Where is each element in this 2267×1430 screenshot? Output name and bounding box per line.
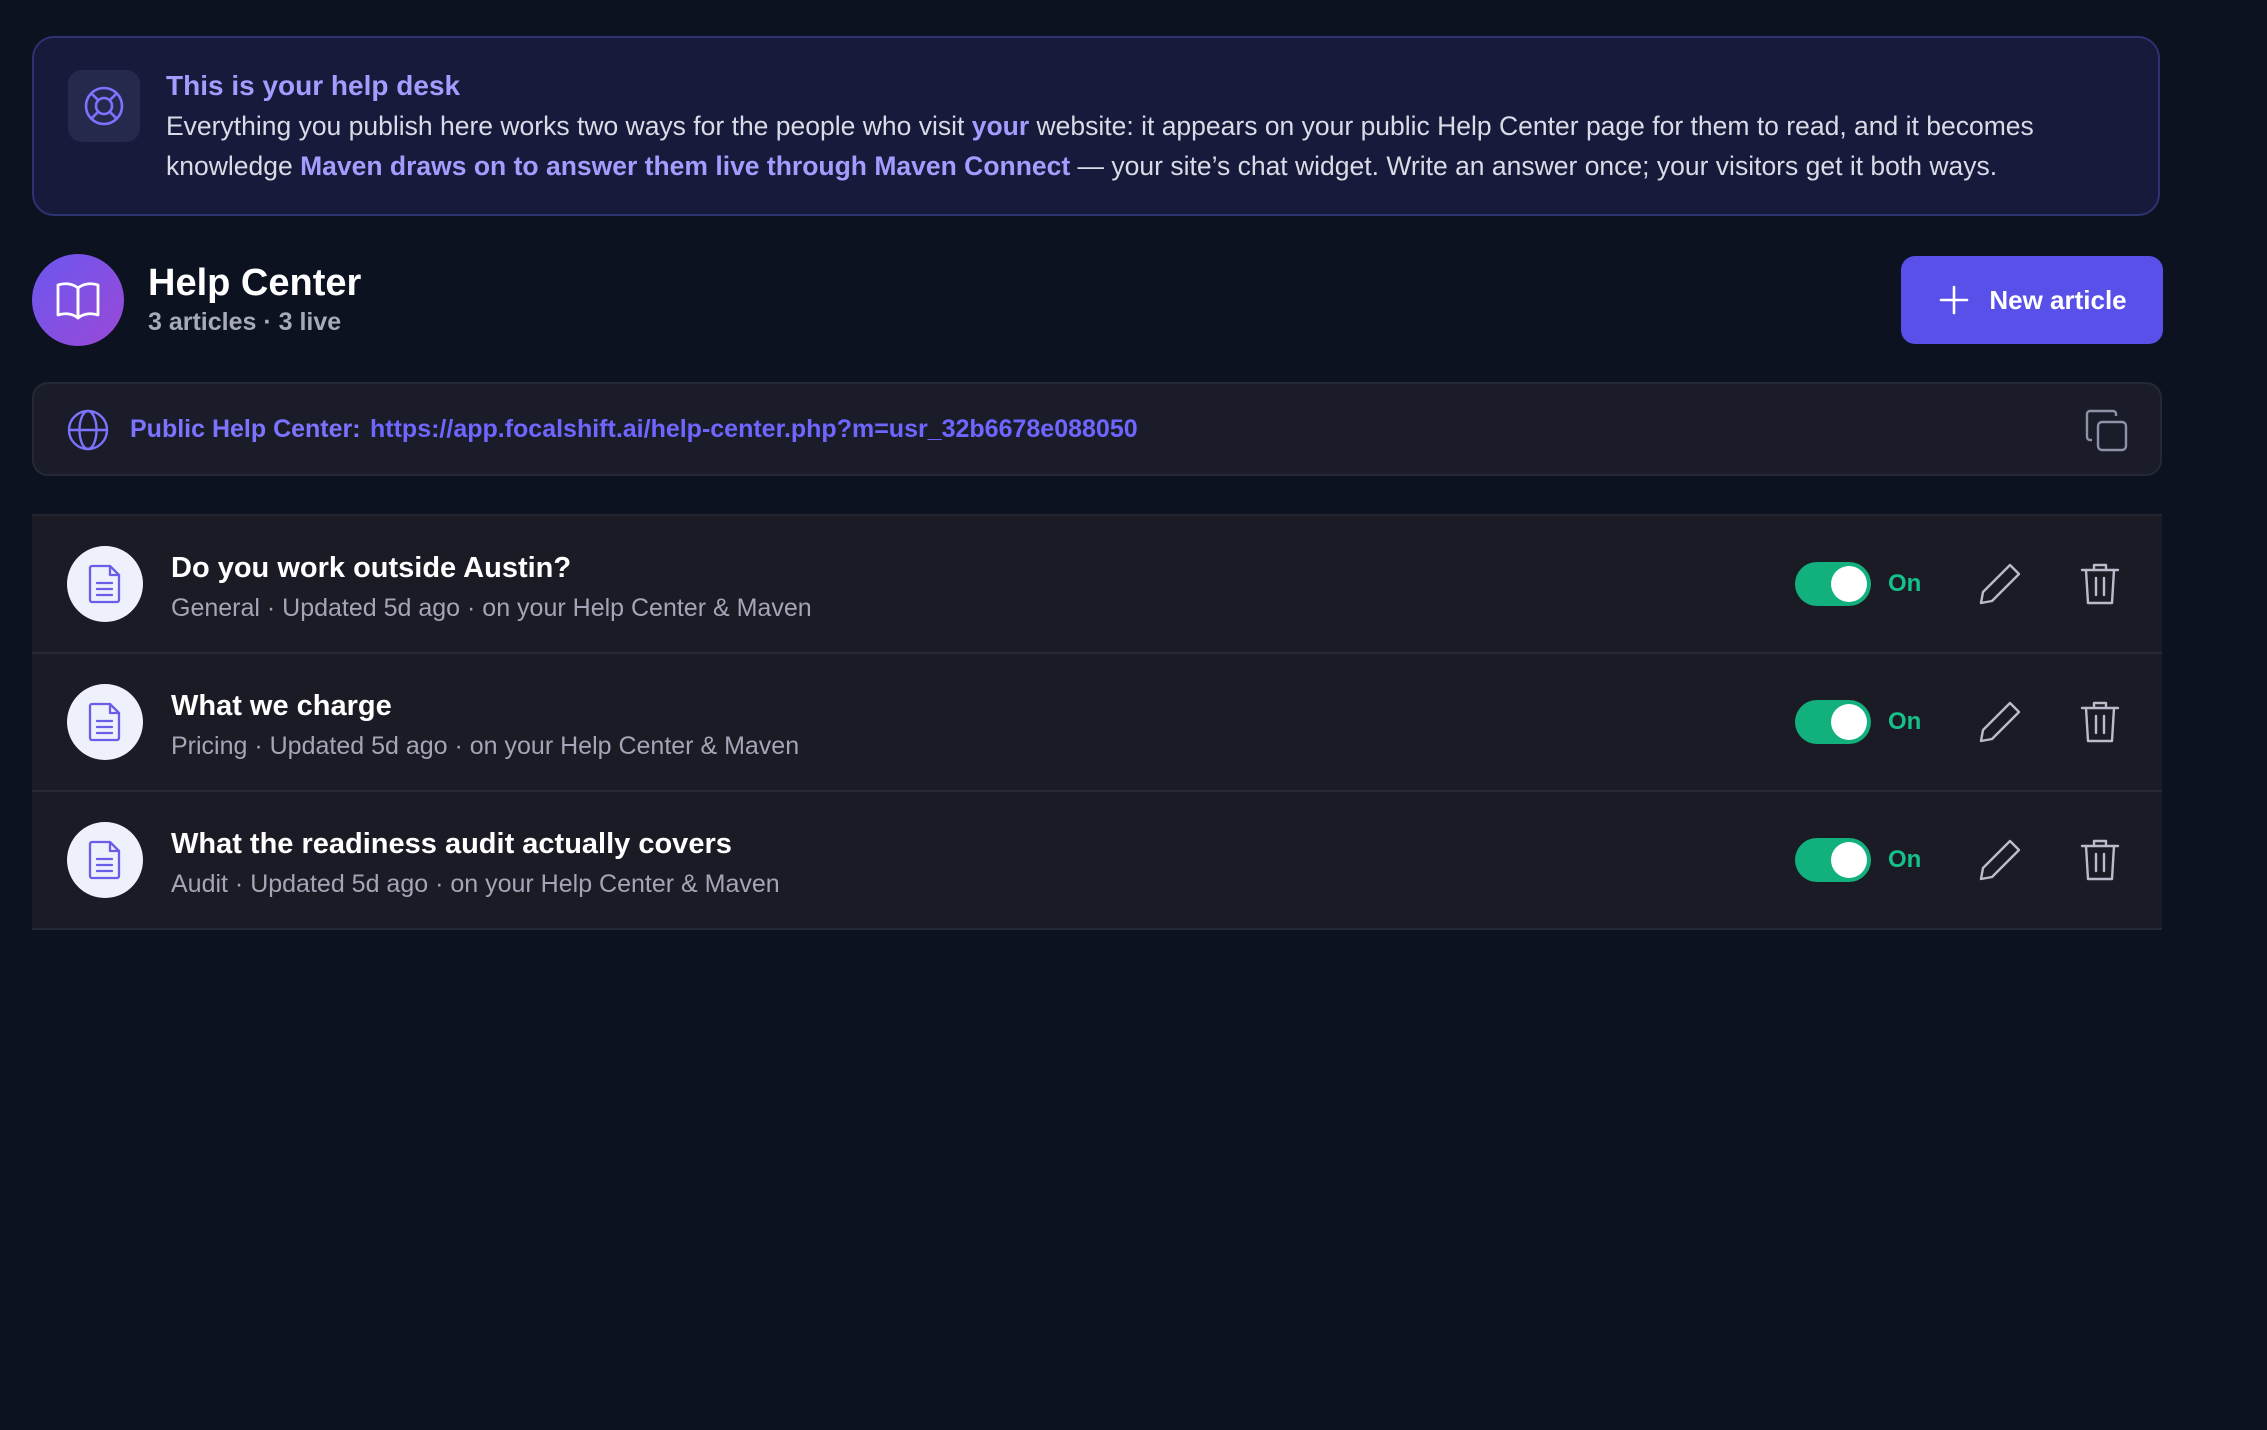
trash-icon[interactable] (2075, 559, 2125, 609)
article-count-summary: 3 articles · 3 live (148, 308, 342, 336)
article-meta: Audit · Updated 5d ago · on your Help Ce… (171, 870, 780, 898)
article-row[interactable]: Do you work outside Austin? General · Up… (32, 516, 2162, 654)
article-title[interactable]: What we charge (171, 690, 392, 723)
toggle-knob (1831, 704, 1867, 740)
article-title[interactable]: What the readiness audit actually covers (171, 828, 732, 861)
article-title[interactable]: Do you work outside Austin? (171, 552, 571, 585)
document-icon (67, 684, 143, 760)
article-meta: Pricing · Updated 5d ago · on your Help … (171, 732, 800, 760)
article-row[interactable]: What the readiness audit actually covers… (32, 792, 2162, 930)
article-list: Do you work outside Austin? General · Up… (32, 514, 2162, 930)
document-icon (67, 822, 143, 898)
new-article-label: New article (1989, 284, 2127, 315)
new-article-button[interactable]: New article (1901, 256, 2163, 344)
globe-icon (67, 409, 109, 451)
banner-title: This is your help desk (166, 70, 461, 101)
publish-toggle[interactable] (1795, 700, 1871, 744)
trash-icon[interactable] (2075, 835, 2125, 885)
help-center-page: This is your help desk Everything you pu… (0, 0, 2267, 1430)
page-title: Help Center (148, 262, 362, 304)
article-row[interactable]: What we charge Pricing · Updated 5d ago … (32, 654, 2162, 792)
publish-toggle[interactable] (1795, 562, 1871, 606)
toggle-status-label: On (1888, 708, 1922, 735)
toggle-knob (1831, 842, 1867, 878)
toggle-status-label: On (1888, 570, 1922, 597)
plus-icon (1940, 285, 1969, 315)
trash-icon[interactable] (2075, 697, 2125, 747)
toggle-knob (1831, 566, 1867, 602)
banner-description: Everything you publish here works two wa… (166, 111, 2034, 181)
open-book-icon (32, 254, 124, 346)
public-url-label: Public Help Center: (130, 415, 361, 443)
copy-icon[interactable] (2084, 408, 2130, 454)
public-url-link[interactable]: https://app.focalshift.ai/help-center.ph… (370, 415, 1138, 444)
public-help-center-url-bar: Public Help Center: https://app.focalshi… (32, 382, 2162, 476)
document-icon (67, 546, 143, 622)
toggle-status-label: On (1888, 846, 1922, 873)
edit-pencil-icon[interactable] (1975, 559, 2025, 609)
edit-pencil-icon[interactable] (1975, 697, 2025, 747)
publish-toggle[interactable] (1795, 838, 1871, 882)
help-desk-info-banner: This is your help desk Everything you pu… (32, 36, 2160, 216)
article-meta: General · Updated 5d ago · on your Help … (171, 594, 812, 622)
edit-pencil-icon[interactable] (1975, 835, 2025, 885)
lifebuoy-icon (68, 70, 140, 142)
